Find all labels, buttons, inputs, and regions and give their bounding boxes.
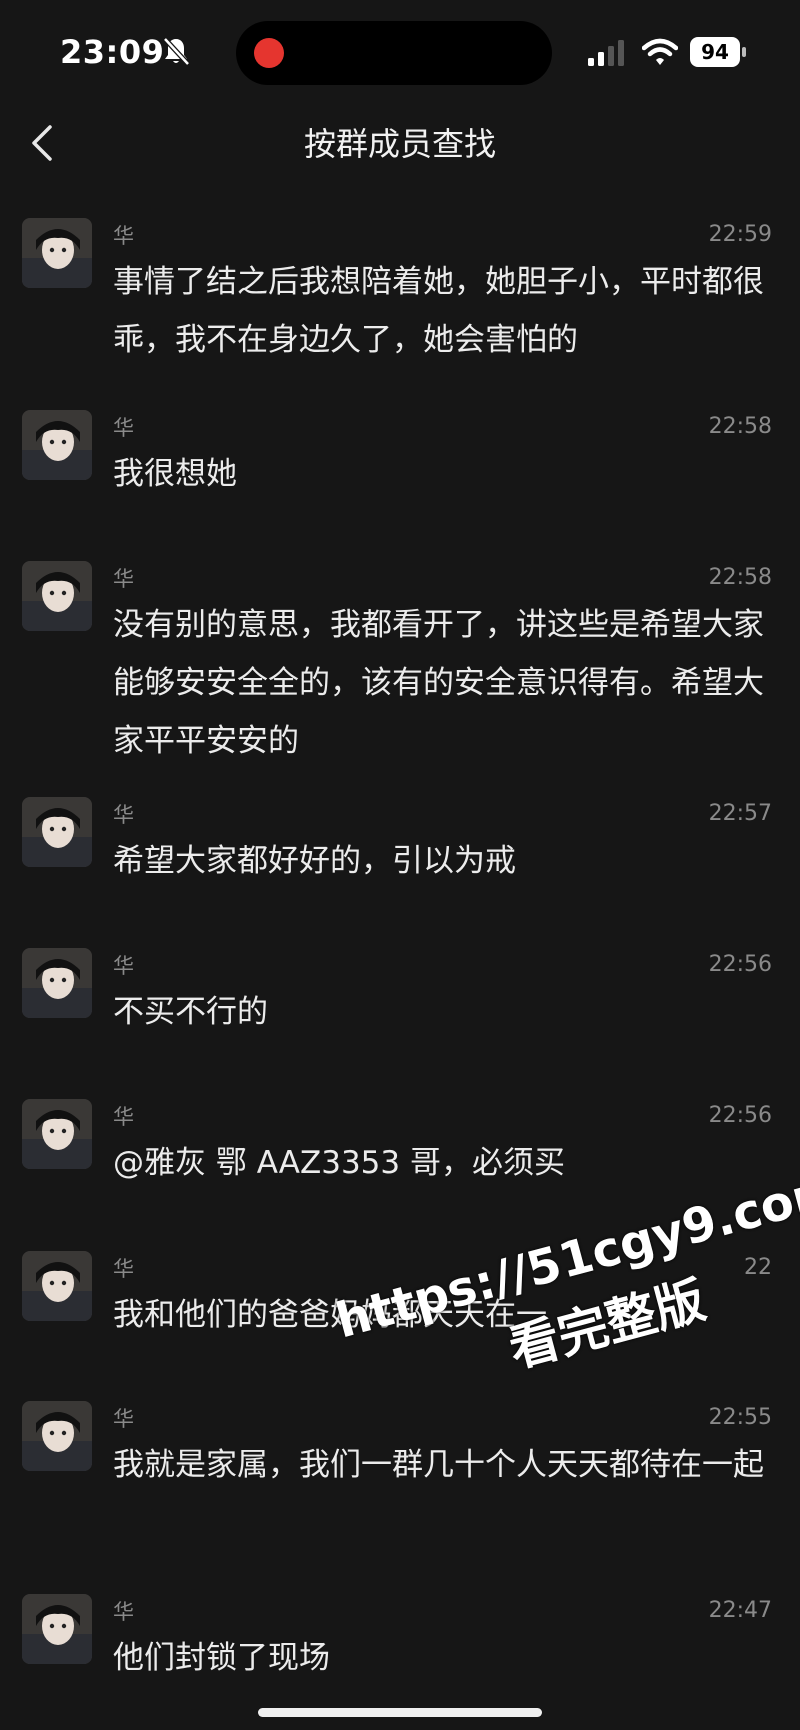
message-time: 22:58 xyxy=(708,565,772,590)
message-time: 22:58 xyxy=(708,414,772,439)
list-item[interactable]: 华 22:47 他们封锁了现场 xyxy=(0,1576,800,1716)
message-text: 事情了结之后我想陪着她，她胆子小，平时都很乖，我不在身边久了，她会害怕的 xyxy=(113,264,764,358)
status-time: 23:09 xyxy=(60,33,165,71)
avatar[interactable] xyxy=(22,1401,92,1471)
nav-bar: 按群成员查找 xyxy=(0,105,800,185)
message-time: 22 xyxy=(744,1255,772,1280)
sender-name: 华 xyxy=(113,803,134,827)
avatar[interactable] xyxy=(22,797,92,867)
message-text: 不买不行的 xyxy=(113,994,268,1030)
bell-muted-icon xyxy=(163,37,190,66)
list-item[interactable]: 华 22:56 @雅灰 鄂 AAZ3353 哥，必须买 xyxy=(0,1081,800,1221)
sender-name: 华 xyxy=(113,416,134,440)
list-item[interactable]: 华 22:55 我就是家属，我们一群几十个人天天都待在一起 xyxy=(0,1383,800,1563)
message-text: 我就是家属，我们一群几十个人天天都待在一起 xyxy=(113,1447,764,1483)
sender-name: 华 xyxy=(113,1105,134,1129)
sender-name: 华 xyxy=(113,224,134,248)
avatar[interactable] xyxy=(22,218,92,288)
wifi-icon xyxy=(642,38,678,65)
avatar[interactable] xyxy=(22,561,92,631)
sender-name: 华 xyxy=(113,1407,134,1431)
list-item[interactable]: 华 22 我和他们的爸爸妈妈都天天在一 xyxy=(0,1233,800,1373)
message-time: 22:57 xyxy=(708,801,772,826)
message-text: 没有别的意思，我都看开了，讲这些是希望大家能够安安全全的，该有的安全意识得有。希… xyxy=(113,607,764,759)
sender-name: 华 xyxy=(113,954,134,978)
list-item[interactable]: 华 22:58 没有别的意思，我都看开了，讲这些是希望大家能够安安全全的，该有的… xyxy=(0,543,800,763)
message-time: 22:56 xyxy=(708,952,772,977)
sender-name: 华 xyxy=(113,1257,134,1281)
message-time: 22:47 xyxy=(708,1598,772,1623)
avatar[interactable] xyxy=(22,1099,92,1169)
home-indicator[interactable] xyxy=(258,1708,542,1717)
message-text: 我很想她 xyxy=(113,456,237,492)
avatar[interactable] xyxy=(22,1251,92,1321)
battery-level: 94 xyxy=(690,37,740,67)
sender-name: 华 xyxy=(113,1600,134,1624)
dynamic-island xyxy=(236,21,552,85)
message-text: 他们封锁了现场 xyxy=(113,1640,330,1676)
avatar[interactable] xyxy=(22,948,92,1018)
battery-cap xyxy=(742,47,746,57)
cellular-signal-icon xyxy=(588,40,624,66)
message-time: 22:59 xyxy=(708,222,772,247)
message-time: 22:56 xyxy=(708,1103,772,1128)
sender-name: 华 xyxy=(113,567,134,591)
page-title: 按群成员查找 xyxy=(303,125,496,163)
list-item[interactable]: 华 22:57 希望大家都好好的，引以为戒 xyxy=(0,779,800,919)
battery-icon: 94 xyxy=(690,37,748,67)
status-bar: 23:09 94 xyxy=(0,0,800,105)
message-time: 22:55 xyxy=(708,1405,772,1430)
avatar[interactable] xyxy=(22,1594,92,1664)
list-item[interactable]: 华 22:59 事情了结之后我想陪着她，她胆子小，平时都很乖，我不在身边久了，她… xyxy=(0,200,800,385)
list-item[interactable]: 华 22:56 不买不行的 xyxy=(0,930,800,1070)
message-text: @雅灰 鄂 AAZ3353 哥，必须买 xyxy=(113,1145,565,1181)
message-text: 希望大家都好好的，引以为戒 xyxy=(113,843,516,879)
recording-dot-icon xyxy=(254,38,284,68)
list-item[interactable]: 华 22:58 我很想她 xyxy=(0,392,800,532)
message-text: 我和他们的爸爸妈妈都天天在一 xyxy=(113,1297,547,1333)
avatar[interactable] xyxy=(22,410,92,480)
